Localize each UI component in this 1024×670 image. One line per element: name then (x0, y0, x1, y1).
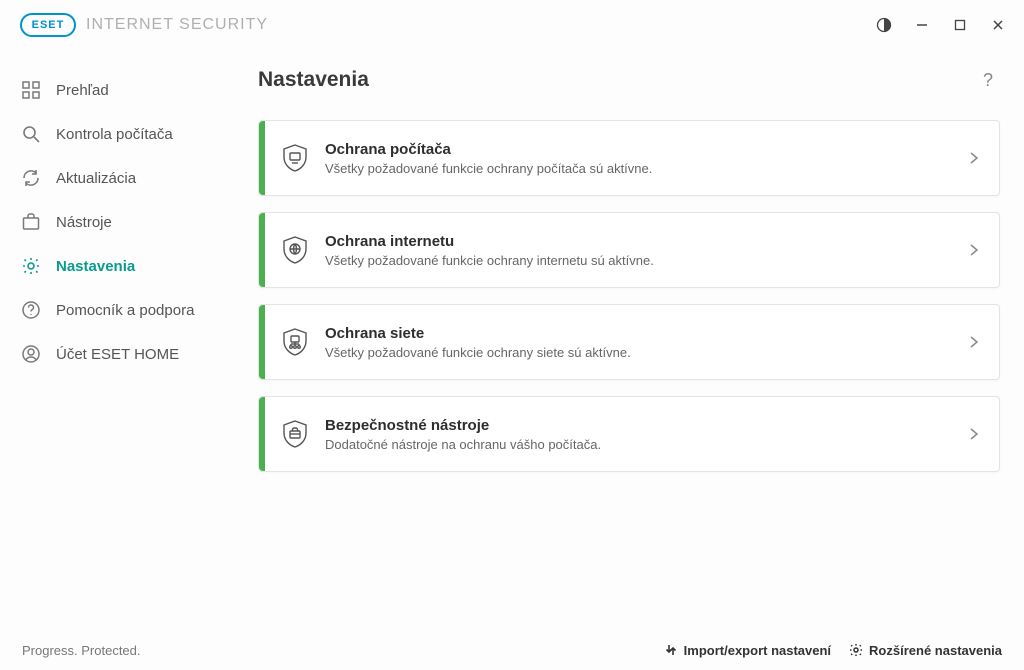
chevron-right-icon (949, 427, 999, 441)
chevron-right-icon (949, 151, 999, 165)
chevron-right-icon (949, 243, 999, 257)
app-logo: ESET INTERNET SECURITY (20, 13, 268, 37)
brand-mark: ESET (20, 13, 76, 37)
dashboard-icon (20, 79, 42, 101)
card-desc: Všetky požadované funkcie ochrany intern… (325, 253, 949, 268)
sidebar-item-account[interactable]: Účet ESET HOME (0, 332, 250, 376)
help-icon (20, 299, 42, 321)
sidebar: Prehľad Kontrola počítača Aktualizácia N… (0, 50, 250, 630)
window-controls (874, 15, 1014, 35)
maximize-icon[interactable] (950, 15, 970, 35)
card-title: Ochrana počítača (325, 141, 949, 158)
sidebar-item-tools[interactable]: Nástroje (0, 200, 250, 244)
chevron-right-icon (949, 335, 999, 349)
sidebar-item-label: Nástroje (56, 214, 112, 231)
gear-icon (20, 255, 42, 277)
shield-monitor-icon (265, 143, 325, 173)
minimize-icon[interactable] (912, 15, 932, 35)
main-content: Nastavenia ? Ochrana počítača Všetky pož… (250, 50, 1024, 630)
import-export-icon (664, 643, 678, 657)
search-icon (20, 123, 42, 145)
shield-toolbox-icon (265, 419, 325, 449)
sidebar-item-label: Účet ESET HOME (56, 346, 179, 363)
sidebar-item-label: Nastavenia (56, 258, 135, 275)
refresh-icon (20, 167, 42, 189)
card-title: Bezpečnostné nástroje (325, 417, 949, 434)
settings-card-network-protection[interactable]: Ochrana siete Všetky požadované funkcie … (258, 304, 1000, 380)
close-icon[interactable] (988, 15, 1008, 35)
card-title: Ochrana siete (325, 325, 949, 342)
sidebar-item-label: Pomocník a podpora (56, 302, 194, 319)
sidebar-item-label: Aktualizácia (56, 170, 136, 187)
card-desc: Všetky požadované funkcie ochrany počíta… (325, 161, 949, 176)
sidebar-item-settings[interactable]: Nastavenia (0, 244, 250, 288)
title-bar: ESET INTERNET SECURITY (0, 0, 1024, 50)
contrast-icon[interactable] (874, 15, 894, 35)
page-help-icon[interactable]: ? (976, 70, 1000, 91)
card-desc: Všetky požadované funkcie ochrany siete … (325, 345, 949, 360)
advanced-settings-link[interactable]: Rozšírené nastavenia (849, 643, 1002, 658)
card-title: Ochrana internetu (325, 233, 949, 250)
account-icon (20, 343, 42, 365)
brand-name: INTERNET SECURITY (86, 16, 268, 34)
sidebar-item-update[interactable]: Aktualizácia (0, 156, 250, 200)
footer: Progress. Protected. Import/export nasta… (0, 630, 1024, 670)
sidebar-item-label: Prehľad (56, 82, 109, 99)
footer-tagline: Progress. Protected. (22, 643, 141, 658)
shield-network-icon (265, 327, 325, 357)
sidebar-item-overview[interactable]: Prehľad (0, 68, 250, 112)
footer-link-label: Import/export nastavení (684, 643, 831, 658)
sidebar-item-scan[interactable]: Kontrola počítača (0, 112, 250, 156)
footer-link-label: Rozšírené nastavenia (869, 643, 1002, 658)
shield-globe-icon (265, 235, 325, 265)
gear-icon (849, 643, 863, 657)
sidebar-item-help[interactable]: Pomocník a podpora (0, 288, 250, 332)
settings-card-computer-protection[interactable]: Ochrana počítača Všetky požadované funkc… (258, 120, 1000, 196)
card-desc: Dodatočné nástroje na ochranu vášho počí… (325, 437, 949, 452)
toolbox-icon (20, 211, 42, 233)
page-title: Nastavenia (258, 68, 369, 92)
settings-card-internet-protection[interactable]: Ochrana internetu Všetky požadované funk… (258, 212, 1000, 288)
sidebar-item-label: Kontrola počítača (56, 126, 173, 143)
import-export-link[interactable]: Import/export nastavení (664, 643, 831, 658)
settings-card-security-tools[interactable]: Bezpečnostné nástroje Dodatočné nástroje… (258, 396, 1000, 472)
